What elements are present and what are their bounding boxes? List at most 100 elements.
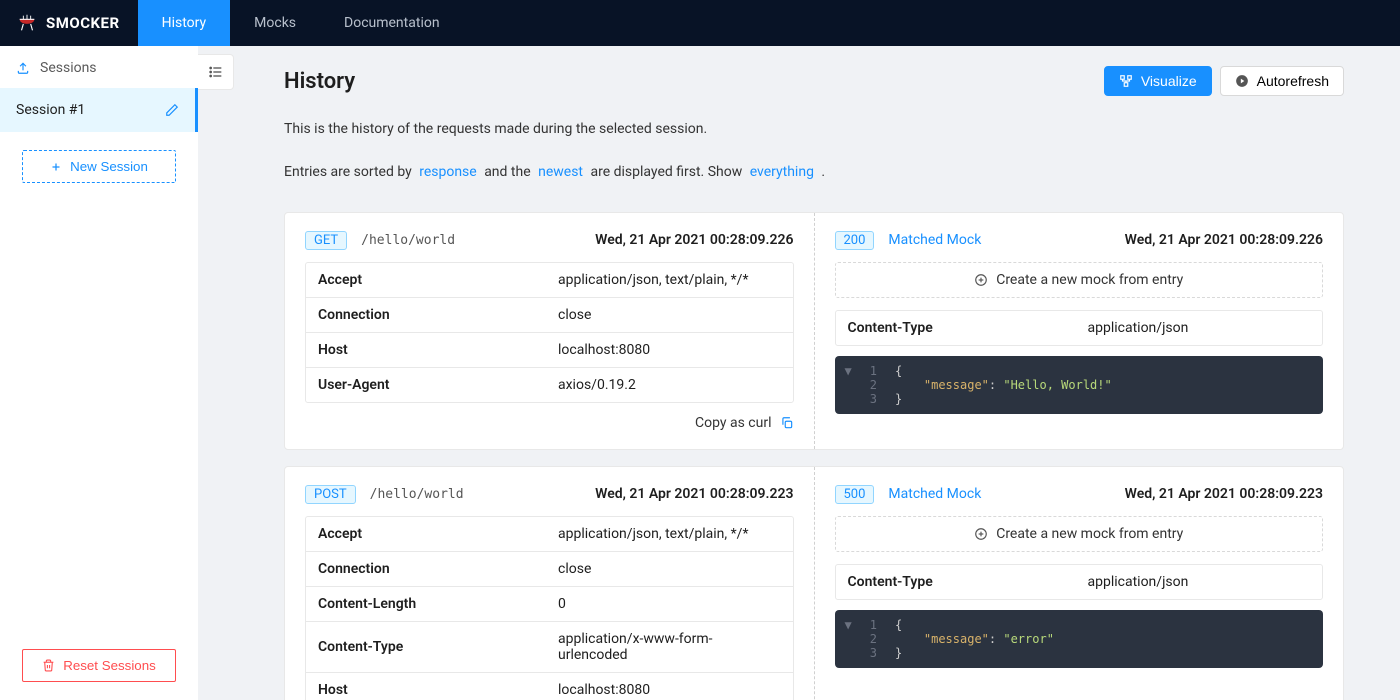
header-key: Content-Type <box>836 311 1076 345</box>
request-header: GET /hello/world Wed, 21 Apr 2021 00:28:… <box>305 231 794 250</box>
line-gutter: 1 2 3 <box>870 364 877 406</box>
topbar: SMOCKER History Mocks Documentation <box>0 0 1400 46</box>
status-tag: 500 <box>835 485 875 504</box>
response-body: ▼ 1 2 3 { "message": "Hello, World!" } <box>835 356 1324 414</box>
play-circle-icon <box>1235 74 1249 88</box>
history-entries: GET /hello/world Wed, 21 Apr 2021 00:28:… <box>284 212 1344 700</box>
nav-history[interactable]: History <box>138 0 231 46</box>
sort-line: Entries are sorted by response and the n… <box>284 164 1344 180</box>
edit-icon[interactable] <box>165 103 179 117</box>
header-row: Content-Typeapplication/json <box>836 565 1323 599</box>
sort-text: and the <box>481 164 534 180</box>
header-val: localhost:8080 <box>546 673 793 700</box>
sort-text: are displayed first. Show <box>587 164 746 180</box>
code-text: { "message": "error" } <box>895 618 1054 660</box>
sort-text: Entries are sorted by <box>284 164 415 180</box>
reset-label: Reset Sessions <box>63 658 156 673</box>
response-header: 200 Matched Mock Wed, 21 Apr 2021 00:28:… <box>835 231 1324 250</box>
grill-icon <box>16 12 38 34</box>
create-mock-button[interactable]: Create a new mock from entry <box>835 516 1324 552</box>
brand-text: SMOCKER <box>46 14 120 32</box>
brand-logo: SMOCKER <box>0 12 138 34</box>
line-gutter: 1 2 3 <box>870 618 877 660</box>
request-headers-table: Acceptapplication/json, text/plain, */*C… <box>305 262 794 403</box>
reset-sessions-button[interactable]: Reset Sessions <box>22 649 176 682</box>
request-timestamp: Wed, 21 Apr 2021 00:28:09.226 <box>595 232 793 248</box>
header-row: Content-Length0 <box>306 587 793 622</box>
session-item[interactable]: Session #1 <box>0 88 198 132</box>
plus-icon <box>50 161 62 173</box>
request-panel: POST /hello/world Wed, 21 Apr 2021 00:28… <box>285 467 815 700</box>
copy-as-curl[interactable]: Copy as curl <box>305 415 794 431</box>
response-panel: 200 Matched Mock Wed, 21 Apr 2021 00:28:… <box>815 213 1344 449</box>
request-path: /hello/world <box>361 233 455 248</box>
request-path: /hello/world <box>370 487 464 502</box>
copy-label: Copy as curl <box>695 415 772 431</box>
autorefresh-button[interactable]: Autorefresh <box>1220 66 1344 96</box>
request-panel: GET /hello/world Wed, 21 Apr 2021 00:28:… <box>285 213 815 449</box>
session-list: Session #1 <box>0 88 198 132</box>
status-tag: 200 <box>835 231 875 250</box>
nav-mocks[interactable]: Mocks <box>230 0 320 46</box>
response-panel: 500 Matched Mock Wed, 21 Apr 2021 00:28:… <box>815 467 1344 700</box>
page-header: History Visualize Autorefresh <box>284 66 1344 96</box>
header-key: Content-Length <box>306 587 546 622</box>
header-key: User-Agent <box>306 368 546 402</box>
request-headers-table: Acceptapplication/json, text/plain, */*C… <box>305 516 794 700</box>
header-val: close <box>546 298 793 333</box>
header-val: application/json <box>1076 311 1323 345</box>
header-val: application/json <box>1076 565 1323 599</box>
header-val: close <box>546 552 793 587</box>
header-row: Connectionclose <box>306 552 793 587</box>
header-row: User-Agentaxios/0.19.2 <box>306 368 793 402</box>
response-timestamp: Wed, 21 Apr 2021 00:28:09.223 <box>1125 486 1323 502</box>
response-header: 500 Matched Mock Wed, 21 Apr 2021 00:28:… <box>835 485 1324 504</box>
nav-docs[interactable]: Documentation <box>320 0 464 46</box>
matched-mock-link[interactable]: Matched Mock <box>888 486 981 502</box>
page-description: This is the history of the requests made… <box>284 120 1344 140</box>
plus-circle-icon <box>974 527 988 541</box>
sessions-header: Sessions <box>0 46 198 88</box>
matched-mock-link[interactable]: Matched Mock <box>888 232 981 248</box>
sessions-label: Sessions <box>40 60 97 76</box>
header-key: Connection <box>306 298 546 333</box>
new-session-button[interactable]: New Session <box>22 150 176 183</box>
fold-caret-icon[interactable]: ▼ <box>845 364 852 406</box>
visualize-label: Visualize <box>1141 73 1197 89</box>
header-row: Acceptapplication/json, text/plain, */* <box>306 517 793 552</box>
header-val: application/json, text/plain, */* <box>546 517 793 552</box>
header-val: application/x-www-form-urlencoded <box>546 622 793 673</box>
sidebar-footer: Reset Sessions <box>0 631 198 700</box>
flow-icon <box>1119 74 1133 88</box>
nav-label: Documentation <box>344 15 440 31</box>
create-mock-button[interactable]: Create a new mock from entry <box>835 262 1324 298</box>
filter-link[interactable]: everything <box>746 164 818 180</box>
fold-caret-icon[interactable]: ▼ <box>845 618 852 660</box>
response-headers-table: Content-Typeapplication/json <box>835 310 1324 346</box>
sidebar: Sessions Session #1 New Session Reset Se… <box>0 46 198 700</box>
sort-order-link[interactable]: newest <box>534 164 587 180</box>
create-mock-label: Create a new mock from entry <box>996 272 1183 288</box>
header-val: 0 <box>546 587 793 622</box>
history-entry: GET /hello/world Wed, 21 Apr 2021 00:28:… <box>284 212 1344 450</box>
header-row: Acceptapplication/json, text/plain, */* <box>306 263 793 298</box>
copy-icon <box>780 416 794 430</box>
sort-by-link[interactable]: response <box>415 164 481 180</box>
autorefresh-label: Autorefresh <box>1257 73 1329 89</box>
header-row: Hostlocalhost:8080 <box>306 673 793 700</box>
response-headers-table: Content-Typeapplication/json <box>835 564 1324 600</box>
header-key: Accept <box>306 517 546 552</box>
response-body: ▼ 1 2 3 { "message": "error" } <box>835 610 1324 668</box>
collapse-button[interactable] <box>198 54 234 90</box>
create-mock-label: Create a new mock from entry <box>996 526 1183 542</box>
code-text: { "message": "Hello, World!" } <box>895 364 1112 406</box>
request-timestamp: Wed, 21 Apr 2021 00:28:09.223 <box>595 486 793 502</box>
trash-icon <box>42 659 55 672</box>
header-buttons: Visualize Autorefresh <box>1104 66 1344 96</box>
method-tag: GET <box>305 231 347 250</box>
nav-label: History <box>162 15 207 31</box>
visualize-button[interactable]: Visualize <box>1104 66 1212 96</box>
page-title: History <box>284 69 355 94</box>
header-key: Connection <box>306 552 546 587</box>
plus-circle-icon <box>974 273 988 287</box>
